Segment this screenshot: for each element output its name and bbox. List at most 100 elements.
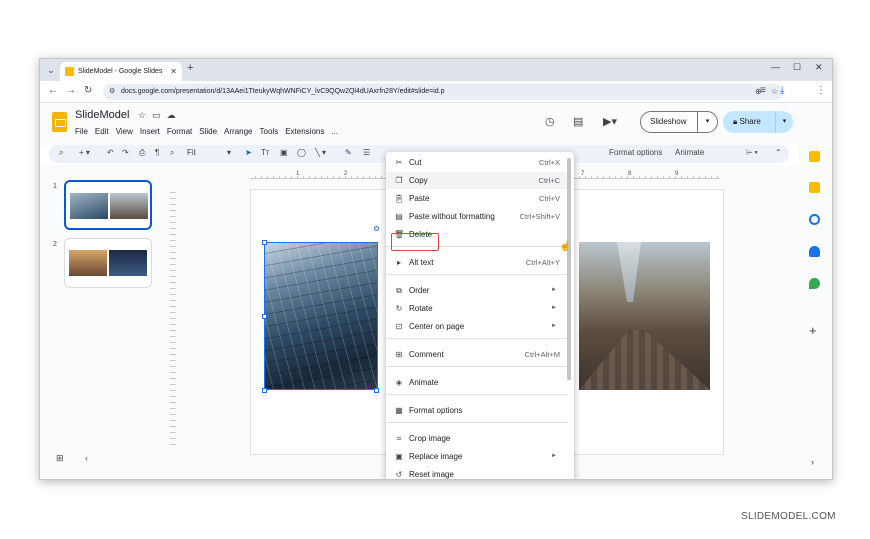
- toolbar-animate[interactable]: Animate: [675, 148, 704, 157]
- resize-handle[interactable]: [374, 388, 379, 393]
- menu-item-crop-image[interactable]: ⌗ Crop image: [386, 430, 568, 447]
- zoom-dropdown-icon[interactable]: ▾: [227, 148, 231, 157]
- minimize-icon[interactable]: —: [771, 62, 780, 72]
- calendar-icon[interactable]: [809, 151, 820, 162]
- menu-item-label: Paste without formatting: [409, 212, 495, 221]
- more-menu-icon[interactable]: ⋮: [816, 85, 826, 96]
- grid-view-icon[interactable]: ⊞: [56, 453, 64, 464]
- replace-image-icon: ▣: [395, 452, 403, 461]
- pen-icon[interactable]: ✎: [345, 148, 352, 157]
- menu-item-center-on-page[interactable]: ⊡ Center on page ►: [386, 318, 568, 335]
- comments-icon[interactable]: ▤: [573, 115, 583, 128]
- menu-item-order[interactable]: ⧉ Order ►: [386, 282, 568, 299]
- close-window-icon[interactable]: ✕: [815, 62, 823, 73]
- menu-format[interactable]: Format: [167, 127, 192, 136]
- menu-extensions[interactable]: Extensions: [285, 127, 324, 136]
- slides-logo-icon[interactable]: [52, 112, 67, 132]
- menu-item-label: Crop image: [409, 434, 451, 443]
- download-icon[interactable]: ⤓: [780, 85, 784, 96]
- expand-panel-icon[interactable]: ›: [811, 457, 814, 467]
- shape-icon[interactable]: ◯: [297, 148, 306, 157]
- image-street[interactable]: [579, 242, 710, 390]
- text-box-icon[interactable]: Tт: [261, 148, 270, 157]
- menu-item-paste[interactable]: 📋︎ Paste Ctrl+V: [386, 190, 568, 207]
- history-icon[interactable]: ◷: [545, 115, 555, 128]
- rotate-handle[interactable]: [374, 226, 379, 231]
- menu-view[interactable]: View: [116, 127, 133, 136]
- meet-icon[interactable]: ▶▾: [603, 115, 617, 128]
- tasks-icon[interactable]: [809, 214, 820, 225]
- get-addons-icon[interactable]: +: [809, 323, 817, 338]
- resize-handle[interactable]: [262, 240, 267, 245]
- menu-item-reset-image[interactable]: ↺ Reset image: [386, 466, 568, 479]
- slide-thumbnail-2[interactable]: [64, 238, 152, 288]
- collapse-toolbar-icon[interactable]: ⌃: [775, 148, 782, 157]
- select-tool-icon[interactable]: ➤: [245, 148, 252, 157]
- menu-item-cut[interactable]: ✂ Cut Ctrl+X: [386, 154, 568, 171]
- zoom-tool-icon[interactable]: ⌕: [170, 148, 174, 158]
- menu-item-animate[interactable]: ◈ Animate: [386, 374, 568, 391]
- reading-list-icon[interactable]: ≡: [760, 85, 766, 96]
- slideshow-button[interactable]: Slideshow ▾: [640, 111, 718, 133]
- undo-icon[interactable]: ↶: [107, 148, 114, 157]
- maximize-icon[interactable]: ☐: [793, 62, 801, 73]
- resize-handle[interactable]: [262, 388, 267, 393]
- menu-item-replace-image[interactable]: ▣ Replace image ►: [386, 448, 568, 465]
- insert-image-icon[interactable]: ▣: [280, 148, 288, 157]
- collapse-filmstrip-icon[interactable]: ‹: [85, 453, 88, 463]
- site-info-icon[interactable]: ⚙: [109, 84, 115, 100]
- new-slide-icon[interactable]: + ▾: [79, 148, 90, 157]
- menu-edit[interactable]: Edit: [95, 127, 109, 136]
- menu-slide[interactable]: Slide: [199, 127, 217, 136]
- resize-handle[interactable]: [262, 314, 267, 319]
- menu-scrollbar[interactable]: [567, 158, 571, 380]
- search-menus-icon[interactable]: ⌕: [59, 148, 63, 158]
- contacts-icon[interactable]: [809, 246, 820, 257]
- zoom-select[interactable]: Fit: [187, 148, 196, 157]
- menu-separator: [386, 366, 568, 367]
- menu-more[interactable]: ...: [331, 127, 338, 136]
- menu-item-copy[interactable]: ❐ Copy Ctrl+C: [386, 172, 568, 189]
- slide-thumbnail-1[interactable]: [64, 180, 152, 230]
- new-tab-icon[interactable]: +: [187, 62, 193, 74]
- slideshow-dropdown-icon[interactable]: ▾: [697, 112, 717, 132]
- menu-item-shortcut: Ctrl+X: [538, 158, 560, 167]
- document-title[interactable]: SlideModel: [75, 109, 129, 121]
- menu-item-rotate[interactable]: ↻ Rotate ►: [386, 300, 568, 317]
- menu-item-format-options[interactable]: ▦ Format options: [386, 402, 568, 419]
- menu-item-label: Reset image: [409, 470, 454, 479]
- menu-arrange[interactable]: Arrange: [224, 127, 252, 136]
- menu-item-paste-without-formatting[interactable]: ▤ Paste without formatting Ctrl+Shift+V: [386, 208, 568, 225]
- share-dropdown-icon[interactable]: ▾: [775, 111, 793, 133]
- copy-highlight-box: [391, 233, 439, 251]
- menu-item-label: Order: [409, 286, 430, 295]
- cloud-status-icon[interactable]: ☁: [167, 110, 182, 120]
- keep-icon[interactable]: [809, 182, 820, 193]
- align-icon[interactable]: ☰: [363, 148, 370, 157]
- tab-close-icon[interactable]: ✕: [170, 62, 177, 81]
- toolbar-format-options[interactable]: Format options: [609, 148, 662, 157]
- reload-icon[interactable]: ↻: [84, 85, 92, 96]
- menu-item-shortcut: Ctrl+C: [538, 176, 560, 185]
- forward-icon[interactable]: →: [66, 85, 76, 96]
- menu-item-alt-text[interactable]: ▸ Alt text Ctrl+Alt+Y: [386, 254, 568, 271]
- url-input[interactable]: ⚙ docs.google.com/presentation/d/13AAei1…: [103, 84, 783, 100]
- tab-search-icon[interactable]: ⌄: [45, 64, 57, 76]
- print-icon[interactable]: ⎙: [139, 148, 145, 158]
- menu-tools[interactable]: Tools: [260, 127, 279, 136]
- menu-item-comment[interactable]: ⊞ Comment Ctrl+Alt+M: [386, 346, 568, 363]
- line-icon[interactable]: ╲ ▾: [315, 148, 326, 157]
- menu-insert[interactable]: Insert: [140, 127, 160, 136]
- redo-icon[interactable]: ↷: [122, 148, 129, 157]
- paint-format-icon[interactable]: ¶: [155, 148, 159, 157]
- pointer-mode-icon[interactable]: ⌲ ▾: [746, 148, 758, 158]
- star-icon[interactable]: ☆: [138, 110, 152, 120]
- move-folder-icon[interactable]: ▭: [152, 110, 167, 120]
- browser-tab[interactable]: SlideModel - Google Slides ✕: [60, 62, 182, 81]
- maps-icon[interactable]: [809, 278, 820, 289]
- bookmark-star-icon[interactable]: ☆: [771, 84, 778, 100]
- share-button[interactable]: 🔒︎ Share ▾: [723, 111, 793, 133]
- title-actions: ☆▭☁: [138, 110, 182, 121]
- menu-file[interactable]: File: [75, 127, 88, 136]
- back-icon[interactable]: ←: [48, 85, 58, 96]
